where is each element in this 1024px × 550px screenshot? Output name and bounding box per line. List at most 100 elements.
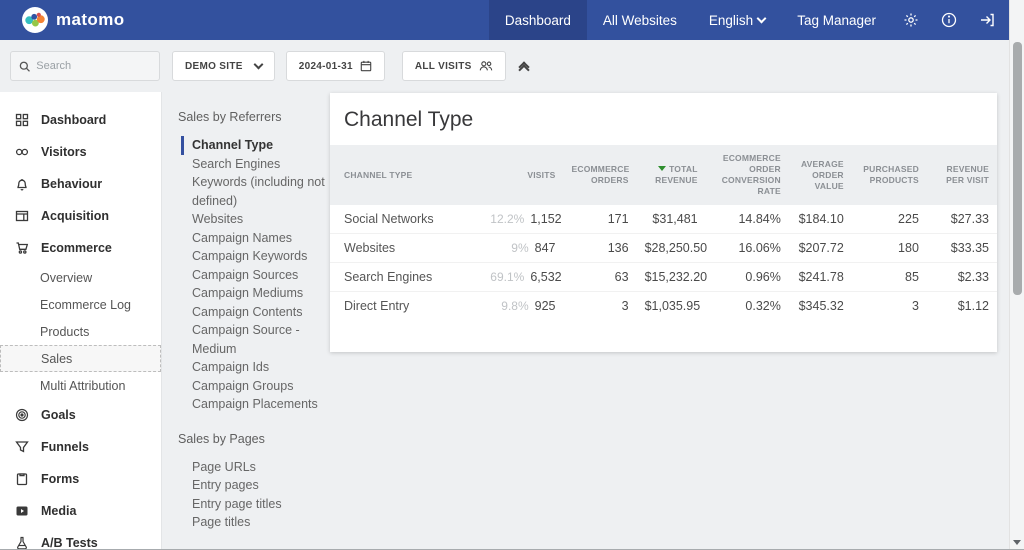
sidebar-item-ecommerce-log[interactable]: Ecommerce Log	[0, 291, 161, 318]
bell-icon	[14, 177, 29, 192]
column-header-visits[interactable]: VISITS	[482, 145, 563, 205]
sidebar-item-label: Forms	[41, 472, 79, 486]
date-picker-button[interactable]: 2024-01-31	[286, 51, 385, 81]
sidebar-item-label: Goals	[41, 408, 76, 422]
site-selector-button[interactable]: DEMO SITE	[172, 51, 275, 81]
report-menu-item-campaign-source-medium[interactable]: Campaign Source - Medium	[192, 321, 330, 358]
avg-order-value-cell: $241.78	[789, 263, 852, 292]
search-input[interactable]	[36, 60, 151, 72]
nav-item-language[interactable]: English	[693, 0, 781, 40]
visits-percent: 9%	[511, 241, 528, 255]
report-menu-item-campaign-contents[interactable]: Campaign Contents	[192, 303, 330, 322]
conversion-rate-cell: 14.84%	[706, 205, 789, 234]
row-label[interactable]: Direct Entry	[330, 292, 482, 321]
search-box[interactable]	[10, 51, 160, 81]
visits-cell: 9%847	[482, 234, 563, 263]
report-menu-item-campaign-groups[interactable]: Campaign Groups	[192, 377, 330, 396]
column-header-revenue-per-visit[interactable]: REVENUE PER VISIT	[927, 145, 997, 205]
help-info-icon[interactable]	[930, 0, 968, 40]
brand[interactable]: matomo	[0, 0, 125, 40]
top-navbar: matomo Dashboard All Websites English Ta…	[0, 0, 1024, 40]
sidebar-item-funnels[interactable]: Funnels	[0, 431, 161, 463]
sidebar-item-label: Acquisition	[41, 209, 109, 223]
avg-order-value-cell: $184.10	[789, 205, 852, 234]
sidebar-item-forms[interactable]: Forms	[0, 463, 161, 495]
conversion-rate-cell: 0.96%	[706, 263, 789, 292]
nav-item-all-websites[interactable]: All Websites	[587, 0, 693, 40]
segment-label: ALL VISITS	[415, 61, 472, 72]
nav-item-dashboard[interactable]: Dashboard	[489, 0, 587, 40]
report-menu-item-search-engines[interactable]: Search Engines	[192, 155, 330, 174]
column-header-total-revenue[interactable]: TOTAL REVENUE	[637, 145, 706, 205]
total-revenue-cell: $31,481	[637, 205, 706, 234]
sidebar-item-label: Products	[40, 325, 89, 339]
report-menu-item-entry-page-titles[interactable]: Entry page titles	[192, 495, 330, 514]
table-header-row: CHANNEL TYPE VISITS ECOMMERCE ORDERS TOT…	[330, 145, 997, 205]
sidebar-item-label: Ecommerce	[41, 241, 112, 255]
date-label: 2024-01-31	[299, 61, 353, 72]
settings-gear-icon[interactable]	[892, 0, 930, 40]
vertical-scrollbar[interactable]	[1009, 0, 1024, 550]
signout-icon[interactable]	[968, 0, 1006, 40]
total-revenue-cell: $28,250.50	[637, 234, 706, 263]
segment-people-icon	[479, 60, 493, 72]
left-sidebar: Dashboard Visitors Behaviour Acquisition	[0, 92, 162, 550]
column-header-channel-type[interactable]: CHANNEL TYPE	[330, 145, 482, 205]
segment-selector-button[interactable]: ALL VISITS	[402, 51, 506, 81]
row-label[interactable]: Websites	[330, 234, 482, 263]
scrollbar-down-arrow-icon[interactable]	[1013, 540, 1021, 545]
sidebar-item-media[interactable]: Media	[0, 495, 161, 527]
table-row: Direct Entry 9.8%925 3 $1,035.95 0.32% $…	[330, 292, 997, 321]
visits-percent: 9.8%	[501, 299, 528, 313]
row-label[interactable]: Social Networks	[330, 205, 482, 234]
sidebar-item-dashboard[interactable]: Dashboard	[0, 104, 161, 136]
sidebar-item-ab-tests[interactable]: A/B Tests	[0, 527, 161, 550]
column-header-ecommerce-orders[interactable]: ECOMMERCE ORDERS	[563, 145, 636, 205]
report-menu-item-campaign-sources[interactable]: Campaign Sources	[192, 266, 330, 285]
sidebar-item-label: Overview	[40, 271, 92, 285]
search-icon	[19, 60, 30, 73]
table-row: Websites 9%847 136 $28,250.50 16.06% $20…	[330, 234, 997, 263]
sidebar-item-ecommerce[interactable]: Ecommerce	[0, 232, 161, 264]
report-menu-item-entry-pages[interactable]: Entry pages	[192, 476, 330, 495]
report-menu-item-campaign-ids[interactable]: Campaign Ids	[192, 358, 330, 377]
report-menu-item-campaign-placements[interactable]: Campaign Placements	[192, 395, 330, 414]
report-menu-item-campaign-names[interactable]: Campaign Names	[192, 229, 330, 248]
sidebar-item-goals[interactable]: Goals	[0, 399, 161, 431]
sidebar-item-products[interactable]: Products	[0, 318, 161, 345]
orders-cell: 63	[563, 263, 636, 292]
report-menu-item-campaign-mediums[interactable]: Campaign Mediums	[192, 284, 330, 303]
chevron-down-icon	[757, 13, 767, 23]
nav-item-tag-manager[interactable]: Tag Manager	[781, 0, 892, 40]
purchased-products-cell: 3	[852, 292, 927, 321]
report-menu-item-keywords[interactable]: Keywords (including not defined)	[192, 173, 330, 210]
revenue-per-visit-cell: $27.33	[927, 205, 997, 234]
collapse-toolbar-button[interactable]	[520, 63, 528, 69]
column-header-conversion-rate[interactable]: ECOMMERCE ORDER CONVERSION RATE	[706, 145, 789, 205]
sidebar-item-multi-attribution[interactable]: Multi Attribution	[0, 372, 161, 399]
column-header-purchased-products[interactable]: PURCHASED PRODUCTS	[852, 145, 927, 205]
sidebar-item-label: Visitors	[41, 145, 87, 159]
orders-cell: 3	[563, 292, 636, 321]
calendar-icon	[360, 60, 372, 72]
report-menu-item-page-urls[interactable]: Page URLs	[192, 458, 330, 477]
media-play-icon	[14, 504, 29, 519]
report-menu-item-websites[interactable]: Websites	[192, 210, 330, 229]
total-revenue-cell: $1,035.95	[637, 292, 706, 321]
report-menu-item-channel-type[interactable]: Channel Type	[181, 136, 319, 155]
sort-desc-icon	[658, 166, 666, 171]
sidebar-item-acquisition[interactable]: Acquisition	[0, 200, 161, 232]
scrollbar-thumb[interactable]	[1013, 42, 1022, 295]
sidebar-item-overview[interactable]: Overview	[0, 264, 161, 291]
report-menu-item-page-titles[interactable]: Page titles	[192, 513, 330, 532]
report-title: Channel Type	[330, 93, 997, 145]
sidebar-item-sales[interactable]: Sales	[0, 345, 161, 372]
column-header-avg-order-value[interactable]: AVERAGE ORDER VALUE	[789, 145, 852, 205]
report-menu-item-campaign-keywords[interactable]: Campaign Keywords	[192, 247, 330, 266]
sidebar-item-label: Funnels	[41, 440, 89, 454]
brand-wordmark: matomo	[56, 10, 125, 30]
site-selector-label: DEMO SITE	[185, 61, 243, 72]
sidebar-item-behaviour[interactable]: Behaviour	[0, 168, 161, 200]
sidebar-item-visitors[interactable]: Visitors	[0, 136, 161, 168]
row-label[interactable]: Search Engines	[330, 263, 482, 292]
